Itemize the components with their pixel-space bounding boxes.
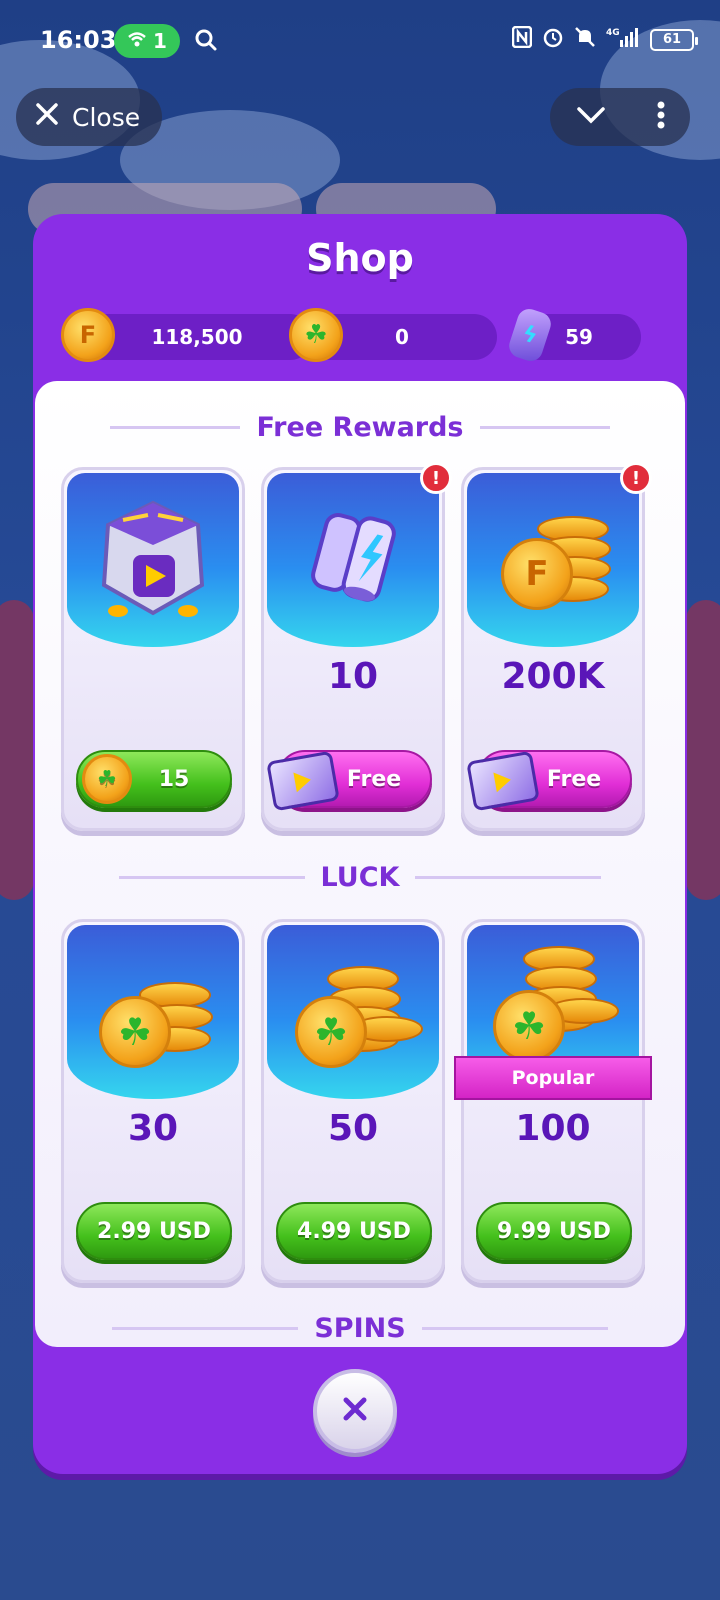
video-ticket-icon — [266, 750, 340, 812]
free-card-energy[interactable]: ! 10 Free — [261, 462, 452, 831]
clover-coin-icon: ☘ — [289, 308, 343, 362]
wifi-icon — [127, 29, 147, 53]
energy-battery-icon: ϟ — [503, 305, 557, 365]
price-50: 4.99 USD — [297, 1218, 411, 1244]
shop-modal: Shop 118,500 F 0 ☘ 59 ϟ Free Rewards ☘ 1… — [33, 214, 687, 1474]
chest-image — [67, 473, 239, 647]
network-label: 4G — [606, 28, 620, 38]
close-label: Close — [72, 102, 141, 132]
coin-letter: F — [525, 554, 549, 594]
section-header-luck: LUCK — [35, 857, 685, 897]
coin-letter: F — [79, 321, 97, 349]
search-icon[interactable] — [194, 28, 218, 56]
close-icon — [340, 1389, 370, 1433]
clover-coin-icon: ☘ — [82, 754, 132, 804]
open-chest-button[interactable]: ☘ 15 — [76, 750, 232, 808]
free-rewards-title: Free Rewards — [256, 411, 464, 443]
mute-icon — [574, 26, 596, 53]
status-icons: 4G 61 — [511, 25, 698, 53]
section-header-spins: SPINS — [35, 1308, 685, 1347]
gold-coin-icon: F — [61, 308, 115, 362]
battery-level: 61 — [662, 32, 682, 47]
free-card-2-amount: 10 — [327, 656, 379, 697]
luck-card-30[interactable]: ☘ 30 2.99 USD — [61, 919, 245, 1283]
alert-badge: ! — [420, 462, 452, 494]
clover-coins-image: ☘ — [67, 925, 239, 1099]
free-card-3-amount: 200K — [501, 656, 605, 697]
chevron-down-icon[interactable] — [576, 105, 606, 129]
close-webview-button[interactable]: Close — [16, 88, 162, 146]
gold-coins-image: F — [467, 473, 639, 647]
battery-icon: 61 — [650, 28, 698, 51]
video-ticket-icon — [466, 750, 540, 812]
gold-coin-value: 118,500 — [151, 325, 243, 349]
watch-ad-energy-button[interactable]: Free — [266, 750, 432, 812]
nfc-icon — [511, 25, 533, 53]
luck-title: LUCK — [320, 861, 400, 893]
free-card-coins[interactable]: F ! 200K Free — [461, 462, 652, 831]
watch-ad-coins-button[interactable]: Free — [466, 750, 632, 812]
popular-badge: Popular — [454, 1056, 652, 1100]
luck-card-3-amount: 100 — [515, 1108, 591, 1149]
clover-stack-icon: ☘ — [93, 952, 213, 1072]
alarm-icon — [542, 26, 564, 53]
gold-coin-balance: 118,500 — [81, 314, 313, 360]
status-bar: 16:03 1 4G 61 — [0, 0, 720, 84]
alert-mark: ! — [631, 467, 641, 489]
hotspot-indicator: 1 — [114, 24, 180, 58]
clover-stack-icon: ☘ — [493, 942, 619, 1062]
alert-mark: ! — [431, 467, 441, 489]
top-menu — [550, 88, 690, 146]
coins-button-label: Free — [546, 766, 602, 792]
shop-scroll-area[interactable]: Free Rewards ☘ 15 ! 10 Free F ! 200K Fre… — [35, 381, 685, 1347]
section-header-free-rewards: Free Rewards — [35, 407, 685, 447]
luck-card-2-amount: 50 — [327, 1108, 379, 1149]
close-icon — [34, 101, 60, 133]
hotspot-count: 1 — [153, 29, 167, 53]
clover-coins-image: ☘ — [267, 925, 439, 1099]
shop-title: Shop — [306, 236, 414, 280]
energy-image — [267, 473, 439, 647]
luck-card-50[interactable]: ☘ 50 4.99 USD — [261, 919, 445, 1283]
coin-stack-icon: F — [493, 500, 613, 620]
energy-button-label: Free — [346, 766, 402, 792]
signal-icon: 4G — [606, 26, 640, 53]
close-shop-button[interactable] — [313, 1369, 397, 1453]
alert-badge: ! — [620, 462, 652, 494]
price-30: 2.99 USD — [97, 1218, 211, 1244]
spins-title: SPINS — [314, 1312, 406, 1344]
luck-card-1-amount: 30 — [127, 1108, 179, 1149]
more-options-icon[interactable] — [657, 101, 665, 133]
price-100: 9.99 USD — [497, 1218, 611, 1244]
clover-stack-icon: ☘ — [293, 952, 423, 1072]
buy-100-button[interactable]: 9.99 USD — [476, 1202, 632, 1260]
free-card-chest[interactable]: ☘ 15 — [61, 467, 245, 831]
buy-30-button[interactable]: 2.99 USD — [76, 1202, 232, 1260]
clover-coin-value: 0 — [395, 325, 409, 349]
luck-card-100[interactable]: ☘ Popular 100 9.99 USD — [454, 919, 652, 1283]
status-time: 16:03 — [40, 26, 117, 54]
buy-50-button[interactable]: 4.99 USD — [276, 1202, 432, 1260]
energy-value: 59 — [565, 325, 593, 349]
